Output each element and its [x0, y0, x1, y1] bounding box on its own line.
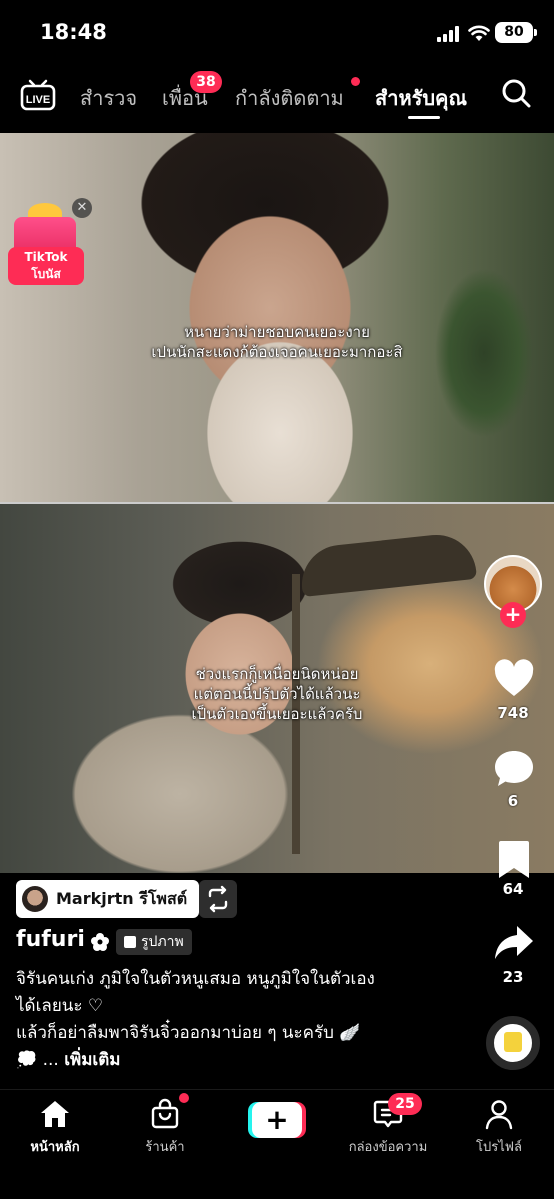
wifi-icon — [468, 25, 490, 41]
bookmark-icon[interactable] — [493, 838, 535, 880]
description-line: แล้วก็อย่าลืมพาจิรันจิ๋วออกมาบ่อย ๆ นะคร… — [16, 1023, 361, 1043]
caption-top-line: หนายว่าม่ายชอบคนเยอะงาย — [184, 323, 370, 341]
bonus-label: TikTok โบนัส — [8, 247, 84, 285]
post-description[interactable]: จิรันคนเก่ง ภูมิใจในตัวหนูเสมอ หนูภูมิใจ… — [16, 966, 436, 1074]
shop-notification-dot — [179, 1093, 189, 1103]
top-nav: LIVE สำรวจ เพื่อน 38 กำลังติดตาม สำหรับค… — [0, 64, 554, 132]
tab-profile[interactable]: โปรไฟล์ — [444, 1098, 554, 1157]
search-icon[interactable] — [501, 78, 531, 108]
author-username[interactable]: fufuri — [16, 927, 85, 952]
caption-bottom-line: ช่วงแรกกู็เหนื่อยนิดหน่อย — [195, 665, 359, 683]
tab-home[interactable]: หน้าหลัก — [0, 1098, 110, 1157]
caption-top-line: เปนนักสะแดงก้ต้องเจอคนเยอะมากอะสิ — [151, 343, 403, 361]
caption-bottom: ช่วงแรกกู็เหนื่อยนิดหน่อย แต่ตอนนี้ปรับต… — [0, 664, 554, 724]
home-icon — [41, 1101, 69, 1127]
description-line: 💭 ... — [16, 1050, 59, 1070]
photo-type-label: รูปภาพ — [141, 934, 184, 950]
svg-text:LIVE: LIVE — [26, 94, 50, 106]
tab-profile-label: โปรไฟล์ — [476, 1140, 522, 1155]
create-button[interactable]: + — [248, 1102, 306, 1138]
repost-label: Markjrtn รีโพสต์ — [56, 888, 188, 908]
photo-type-chip: รูปภาพ — [116, 929, 192, 955]
comment-icon[interactable] — [493, 748, 535, 790]
status-bar: 18:48 80 — [0, 0, 554, 64]
comment-count: 6 — [507, 792, 519, 810]
cellular-signal-icon — [437, 26, 459, 42]
lamp-shade — [297, 530, 478, 598]
share-icon[interactable] — [493, 922, 535, 964]
tab-explore[interactable]: สำรวจ — [80, 82, 137, 114]
save-count: 64 — [502, 880, 524, 898]
shopping-bag-icon — [151, 1098, 179, 1129]
music-disc[interactable] — [486, 1016, 540, 1070]
close-icon[interactable]: ✕ — [72, 198, 92, 218]
tab-following[interactable]: กำลังติดตาม — [235, 82, 344, 114]
like-count: 748 — [497, 704, 529, 722]
description-line-last: 💭 ... เพิ่มเติม — [16, 1047, 436, 1074]
tab-inbox-label: กล่องข้อความ — [348, 1140, 428, 1155]
plus-icon: + — [252, 1102, 302, 1138]
caption-top: หนายว่าม่ายชอบคนเยอะงาย เปนนักสะแดงก้ต้อ… — [0, 322, 554, 362]
bottom-tab-bar: หน้าหลัก ร้านค้า + กล่องข้อความ 25 โปรไฟ… — [0, 1089, 554, 1199]
profile-icon — [485, 1100, 513, 1130]
photo-icon — [124, 936, 136, 948]
heart-icon[interactable] — [493, 658, 535, 700]
tiktok-bonus-badge[interactable]: TikTok โบนัส — [8, 203, 84, 289]
bonus-label-line1: TikTok — [24, 250, 68, 264]
follow-plus-button[interactable]: + — [500, 602, 526, 628]
share-count: 23 — [502, 968, 524, 986]
reposter-avatar — [22, 886, 48, 912]
friends-badge: 38 — [190, 71, 222, 93]
see-more-link[interactable]: เพิ่มเติม — [64, 1050, 120, 1070]
battery-icon: 80 — [495, 22, 537, 43]
caption-bottom-line: แต่ตอนนี้ปรับตัวได้แล้วนะ — [193, 685, 361, 703]
tab-shop[interactable]: ร้านค้า — [110, 1098, 220, 1157]
live-icon[interactable]: LIVE — [20, 77, 56, 111]
description-line: ได้เลยนะ ♡ — [16, 996, 104, 1016]
following-notification-dot — [351, 77, 360, 86]
repost-chip[interactable]: Markjrtn รีโพสต์ — [16, 880, 200, 918]
tab-for-you[interactable]: สำหรับคุณ — [375, 82, 467, 114]
status-time: 18:48 — [40, 20, 107, 44]
tab-home-label: หน้าหลัก — [30, 1140, 80, 1155]
inbox-badge: 25 — [388, 1093, 422, 1115]
tab-shop-label: ร้านค้า — [145, 1140, 185, 1155]
caption-bottom-line: เป็นตัวเองขึ้นเยอะแล้วครับ — [191, 705, 363, 723]
description-line: จิรันคนเก่ง ภูมิใจในตัวหนูเสมอ หนูภูมิใจ… — [16, 969, 375, 989]
repost-icon[interactable] — [199, 880, 237, 918]
photo-child — [0, 133, 554, 502]
active-tab-indicator — [408, 116, 440, 119]
bonus-label-line2: โบนัส — [31, 267, 61, 281]
flower-icon — [91, 933, 109, 951]
